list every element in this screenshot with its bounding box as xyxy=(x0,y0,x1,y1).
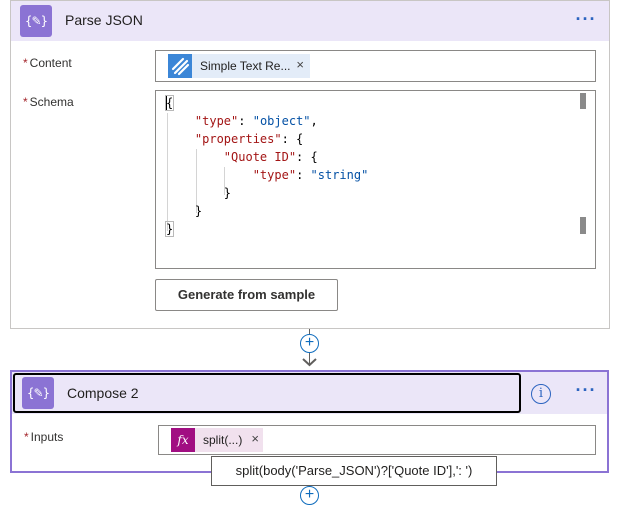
json-key: "Quote ID" xyxy=(223,150,297,164)
json-punctuation: : { xyxy=(296,150,318,164)
remove-token-icon[interactable]: × xyxy=(251,431,259,446)
content-field[interactable]: Simple Text Re... × xyxy=(155,50,596,82)
json-string: "object" xyxy=(252,114,311,128)
json-key: "type" xyxy=(194,114,239,128)
add-step-button[interactable]: + xyxy=(300,334,319,353)
json-punctuation: : { xyxy=(281,132,304,146)
inputs-label: * Inputs xyxy=(24,430,64,444)
schema-code: { "type": "object", "properties": { "Quo… xyxy=(164,94,369,238)
scrollbar-marker xyxy=(580,217,586,234)
token-label: Simple Text Re... xyxy=(200,59,291,73)
json-punctuation: } xyxy=(164,221,175,237)
generate-from-sample-button[interactable]: Generate from sample xyxy=(155,279,338,311)
more-options-button[interactable]: ··· xyxy=(571,9,601,31)
info-icon[interactable]: i xyxy=(531,384,551,404)
code-line: } xyxy=(164,220,368,238)
code-line: "type": "object", xyxy=(166,112,368,130)
editor-scrollbar[interactable] xyxy=(579,93,587,268)
expression-tooltip: split(body('Parse_JSON')?['Quote ID'],':… xyxy=(211,456,497,486)
add-step-button[interactable]: + xyxy=(300,486,319,505)
schema-label: * Schema xyxy=(23,95,74,109)
json-punctuation: } xyxy=(194,204,203,218)
more-options-button[interactable]: ··· xyxy=(571,380,601,402)
fx-icon: fx xyxy=(171,428,195,452)
code-line: "Quote ID": { xyxy=(166,148,368,166)
compose-title-bar[interactable]: {✎} Compose 2 xyxy=(13,373,521,413)
json-punctuation: : xyxy=(296,168,311,182)
parse-json-header[interactable]: {✎} Parse JSON ··· xyxy=(11,1,609,41)
inputs-field[interactable]: fx split(...) × xyxy=(158,425,596,455)
curly-braces-pencil-icon: {✎} xyxy=(20,5,52,37)
expression-token[interactable]: fx split(...) × xyxy=(171,428,263,452)
json-punctuation: } xyxy=(223,186,232,200)
code-line: "type": "string" xyxy=(166,166,369,184)
compose-title: Compose 2 xyxy=(67,385,139,401)
code-line: { xyxy=(164,94,368,112)
scrollbar-thumb[interactable] xyxy=(580,93,586,109)
json-key: "type" xyxy=(252,168,297,182)
parse-json-card: {✎} Parse JSON ··· * Content Simple Text … xyxy=(10,0,610,329)
json-key: "properties" xyxy=(194,132,282,146)
remove-token-icon[interactable]: × xyxy=(296,57,304,72)
json-string: "string" xyxy=(310,168,369,182)
content-label: * Content xyxy=(23,56,72,70)
expression-token-label: split(...) xyxy=(203,433,243,447)
json-punctuation: : xyxy=(238,114,253,128)
json-punctuation: , xyxy=(310,114,318,128)
parse-json-title: Parse JSON xyxy=(65,12,143,28)
code-line: } xyxy=(166,202,368,220)
json-punctuation: { xyxy=(164,95,175,111)
code-line: "properties": { xyxy=(166,130,368,148)
dynamic-content-token[interactable]: Simple Text Re... × xyxy=(168,54,310,78)
arrow-down-icon xyxy=(302,358,317,367)
code-line: } xyxy=(166,184,368,202)
microsoft-forms-icon xyxy=(168,54,192,78)
compose-header: {✎} Compose 2 i ··· xyxy=(12,372,607,414)
curly-braces-pencil-icon: {✎} xyxy=(22,377,54,409)
schema-editor[interactable]: { "type": "object", "properties": { "Quo… xyxy=(155,90,596,269)
